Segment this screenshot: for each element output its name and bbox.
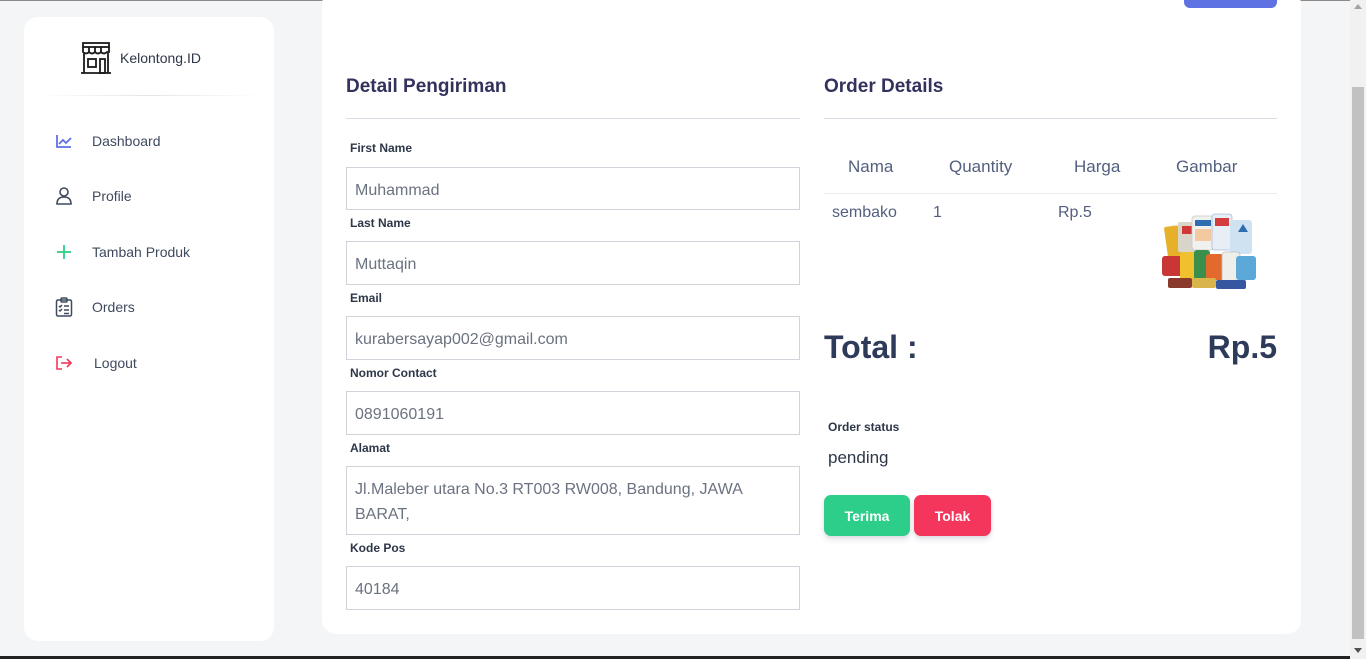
sidebar-item-dashboard[interactable]: Dashboard bbox=[52, 129, 161, 153]
total-value: Rp.5 bbox=[1207, 329, 1277, 365]
total-label: Total : bbox=[824, 329, 918, 365]
sidebar-item-profile[interactable]: Profile bbox=[52, 184, 132, 208]
sidebar-item-tambah-produk[interactable]: Tambah Produk bbox=[52, 240, 190, 264]
divider bbox=[36, 95, 262, 96]
column-header-gambar: Gambar bbox=[1176, 157, 1238, 176]
brand[interactable]: Kelontong.ID bbox=[80, 41, 201, 75]
first-name-label: First Name bbox=[350, 141, 413, 155]
column-header-harga: Harga bbox=[1074, 157, 1121, 176]
sidebar: Kelontong.ID Dashboard Profile Tambah Pr… bbox=[24, 17, 274, 641]
cell-quantity: 1 bbox=[933, 204, 942, 221]
address-field[interactable]: Jl.Maleber utara No.3 RT003 RW008, Bandu… bbox=[346, 466, 800, 535]
address-label: Alamat bbox=[350, 441, 391, 455]
store-icon bbox=[81, 42, 111, 74]
order-status-value: pending bbox=[828, 448, 889, 467]
email-label: Email bbox=[350, 291, 383, 305]
column-header-quantity: Quantity bbox=[949, 157, 1013, 176]
order-status-label: Order status bbox=[828, 420, 900, 434]
column-header-nama: Nama bbox=[848, 157, 894, 176]
last-name-label: Last Name bbox=[350, 216, 411, 230]
reject-button[interactable]: Tolak bbox=[914, 495, 991, 536]
plus-icon bbox=[52, 240, 76, 264]
header-button[interactable] bbox=[1184, 0, 1277, 8]
sidebar-item-label: Logout bbox=[94, 355, 137, 371]
scroll-down-arrow-icon[interactable] bbox=[1354, 648, 1362, 653]
scroll-up-arrow-icon[interactable] bbox=[1354, 4, 1362, 9]
chart-line-icon bbox=[52, 129, 76, 153]
postal-code-label: Kode Pos bbox=[350, 541, 406, 555]
sidebar-item-label: Profile bbox=[92, 188, 132, 204]
first-name-field[interactable]: Muhammad bbox=[346, 167, 800, 210]
contact-label: Nomor Contact bbox=[350, 366, 437, 380]
user-icon bbox=[52, 184, 76, 208]
clipboard-list-icon bbox=[52, 295, 76, 319]
brand-name: Kelontong.ID bbox=[120, 50, 201, 66]
last-name-field[interactable]: Muttaqin bbox=[346, 241, 800, 285]
sidebar-item-label: Dashboard bbox=[92, 133, 161, 149]
shipping-title: Detail Pengiriman bbox=[346, 76, 507, 97]
logout-icon bbox=[52, 351, 76, 375]
scrollbar-thumb[interactable] bbox=[1352, 87, 1364, 639]
divider bbox=[346, 118, 800, 119]
sidebar-item-orders[interactable]: Orders bbox=[52, 295, 135, 319]
postal-code-field[interactable]: 40184 bbox=[346, 566, 800, 610]
table-header-divider bbox=[824, 193, 1277, 194]
sidebar-item-label: Orders bbox=[92, 299, 135, 315]
sidebar-item-label: Tambah Produk bbox=[92, 244, 191, 260]
cell-harga: Rp.5 bbox=[1058, 204, 1092, 221]
cell-nama: sembako bbox=[832, 204, 897, 221]
email-field[interactable]: kurabersayap002@gmail.com bbox=[346, 316, 800, 360]
divider bbox=[824, 118, 1277, 119]
sidebar-item-logout[interactable]: Logout bbox=[52, 351, 137, 375]
accept-button[interactable]: Terima bbox=[824, 495, 910, 536]
order-title: Order Details bbox=[824, 76, 944, 97]
contact-field[interactable]: 0891060191 bbox=[346, 391, 800, 435]
product-image bbox=[1162, 213, 1256, 289]
